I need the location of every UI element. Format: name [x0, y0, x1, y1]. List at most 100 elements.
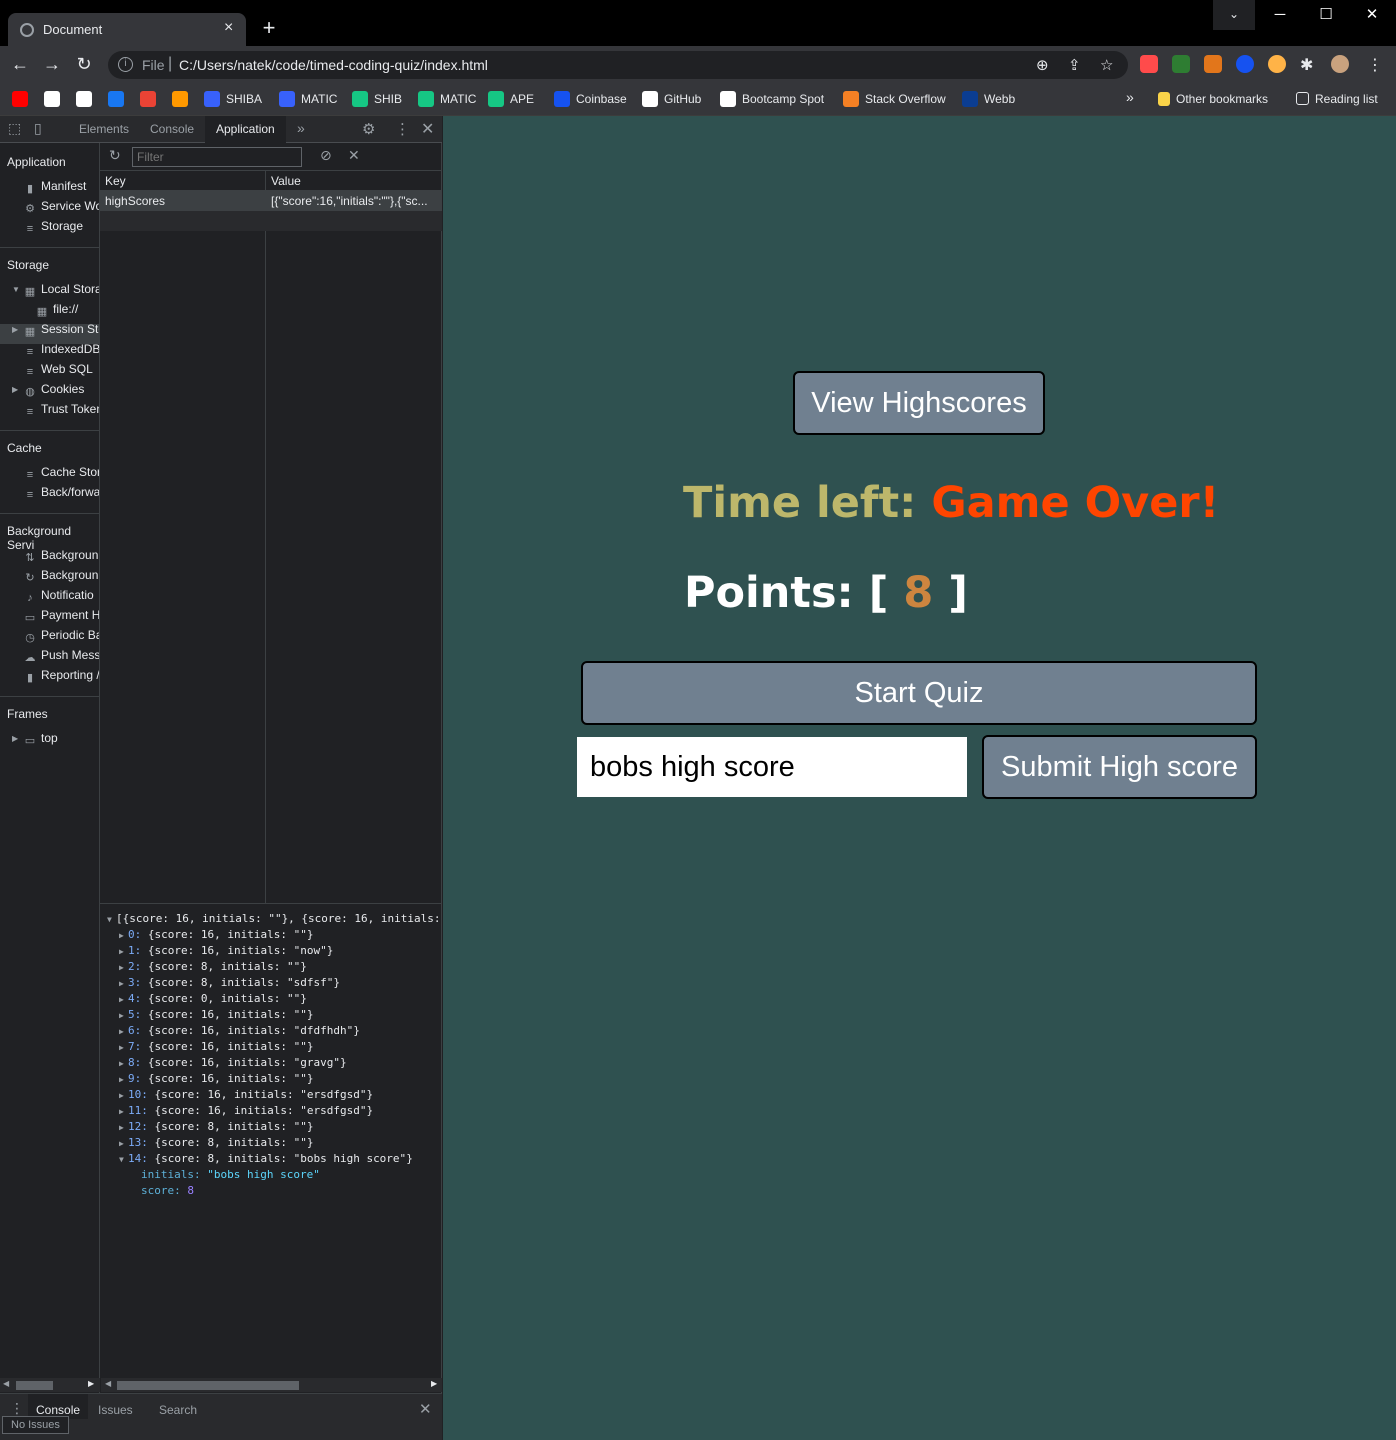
expand-icon[interactable]: ▶ [119, 1139, 128, 1148]
preview-array-item[interactable]: ▶ 1: {score: 16, initials: "now"} [119, 944, 333, 957]
submit-highscore-button[interactable]: Submit High score [982, 735, 1257, 799]
sidebar-item-notifications[interactable]: ♪ Notificatio [24, 588, 93, 604]
metamask-icon[interactable] [1204, 55, 1222, 73]
expand-icon[interactable]: ▶ [119, 963, 128, 972]
sidebar-item-frame-top[interactable]: ▭ top [24, 731, 58, 747]
preview-array-item[interactable]: ▶ 5: {score: 16, initials: ""} [119, 1008, 313, 1021]
bookmark-item[interactable] [12, 91, 28, 109]
collapse-icon[interactable]: ▼ [107, 915, 116, 924]
extension-red-icon[interactable] [1140, 55, 1158, 73]
forward-icon[interactable]: → [41, 54, 63, 75]
settings-gear-icon[interactable]: ⚙ [362, 120, 375, 138]
close-window-button[interactable]: ✕ [1349, 0, 1395, 30]
profile-avatar[interactable] [1331, 55, 1349, 73]
expand-icon[interactable]: ▶ [119, 931, 128, 940]
reading-list[interactable]: Reading list [1296, 91, 1378, 109]
expand-icon[interactable]: ▶ [119, 1059, 128, 1068]
preview-array-item[interactable]: ▼ 14: {score: 8, initials: "bobs high sco… [119, 1152, 413, 1165]
bookmark-item[interactable] [172, 91, 188, 109]
info-icon[interactable]: i [118, 57, 133, 72]
expand-icon[interactable]: ▶ [119, 1027, 128, 1036]
preview-array-item[interactable]: ▶ 3: {score: 8, initials: "sdfsf"} [119, 976, 340, 989]
expand-icon[interactable]: ▶ [119, 1075, 128, 1084]
preview-summary[interactable]: ▼ [{score: 16, initials: ""}, {score: 16,… [107, 912, 441, 925]
refresh-icon[interactable]: ↻ [109, 147, 121, 164]
sidebar-item-background-sync[interactable]: ↻ Backgroun [24, 568, 98, 584]
url-text[interactable]: C:/Users/natek/code/timed-coding-quiz/in… [179, 57, 488, 73]
preview-array-item[interactable]: ▶ 9: {score: 16, initials: ""} [119, 1072, 313, 1085]
expand-icon[interactable]: ▶ [119, 995, 128, 1004]
column-header-value[interactable]: Value [266, 171, 442, 191]
reload-icon[interactable]: ↻ [73, 54, 95, 75]
expand-right-icon[interactable]: ▶ [12, 325, 18, 334]
other-bookmarks[interactable]: Other bookmarks [1158, 91, 1268, 109]
delete-selected-icon[interactable]: ✕ [348, 147, 360, 164]
expand-icon[interactable]: ▶ [119, 947, 128, 956]
share-icon[interactable]: ⇪ [1068, 56, 1081, 74]
maximize-button[interactable]: ☐ [1303, 0, 1349, 30]
bookmark-item[interactable]: GitHub [642, 91, 701, 109]
sidebar-item-trust-tokens[interactable]: ≡ Trust Token [24, 402, 99, 418]
expand-down-icon[interactable]: ▼ [12, 285, 20, 294]
coinbase-wallet-icon[interactable] [1236, 55, 1254, 73]
preview-array-item[interactable]: ▶ 4: {score: 0, initials: ""} [119, 992, 307, 1005]
issues-status[interactable]: No Issues [2, 1416, 69, 1434]
drawer-tab-issues[interactable]: Issues [98, 1403, 133, 1417]
menu-kebab-icon[interactable]: ⋮ [1367, 55, 1383, 75]
close-tab-icon[interactable]: × [224, 19, 233, 37]
sidebar-item-background-fetch[interactable]: ⇅ Backgroun [24, 548, 98, 564]
expand-icon[interactable]: ▶ [119, 979, 128, 988]
expand-icon[interactable]: ▶ [119, 1043, 128, 1052]
bookmark-item[interactable] [140, 91, 156, 109]
bookmark-item[interactable]: MATIC [279, 91, 337, 109]
collapse-icon[interactable]: ▼ [119, 1155, 128, 1164]
initials-input[interactable]: bobs high score [577, 737, 967, 797]
sidebar-item-manifest[interactable]: ▮ Manifest [24, 179, 86, 195]
sidebar-item-session-storage[interactable]: ▦ Session Sto [24, 322, 99, 338]
browser-tab[interactable]: Document × [8, 13, 246, 46]
extension-paw-icon[interactable] [1172, 55, 1190, 73]
preview-array-item[interactable]: ▶ 10: {score: 16, initials: "ersdfgsd"} [119, 1088, 373, 1101]
zoom-icon[interactable]: ⊕ [1036, 56, 1049, 74]
preview-array-item[interactable]: ▶ 13: {score: 8, initials: ""} [119, 1136, 313, 1149]
drawer-menu-icon[interactable]: ⋮ [10, 1400, 24, 1417]
view-highscores-button[interactable]: View Highscores [793, 371, 1045, 435]
tab-console[interactable]: Console [150, 122, 194, 136]
bookmark-item[interactable]: Bootcamp Spot [720, 91, 824, 109]
extension-orange-icon[interactable] [1268, 55, 1286, 73]
back-icon[interactable]: ← [9, 54, 31, 75]
tab-elements[interactable]: Elements [79, 122, 129, 136]
address-bar[interactable]: i File | C:/Users/natek/code/timed-codin… [108, 51, 1128, 79]
sidebar-item-cache-storage[interactable]: ≡ Cache Stor [24, 465, 99, 481]
sidebar-item-local-storage-file[interactable]: ▦ file:// [36, 302, 79, 318]
sidebar-item-indexeddb[interactable]: ≡ IndexedDB [24, 342, 99, 358]
bookmark-item[interactable]: SHIBA [204, 91, 262, 109]
clear-all-icon[interactable]: ⊘ [320, 147, 332, 164]
sidebar-item-payment-handler[interactable]: ▭ Payment H [24, 608, 99, 624]
bookmark-item[interactable]: Coinbase [554, 91, 627, 109]
bookmark-item[interactable]: Stack Overflow [843, 91, 946, 109]
table-row[interactable]: highScores [{"score":16,"initials":""},{… [100, 191, 442, 211]
sidebar-item-local-storage[interactable]: ▦ Local Stora [24, 282, 99, 298]
bookmarks-overflow-button[interactable]: » [1126, 89, 1134, 107]
devtools-menu-icon[interactable]: ⋮ [395, 120, 410, 138]
preview-array-item[interactable]: ▶ 8: {score: 16, initials: "gravg"} [119, 1056, 347, 1069]
sidebar-item-reporting-api[interactable]: ▮ Reporting / [24, 668, 99, 684]
sidebar-item-push-messaging[interactable]: ☁ Push Mess [24, 648, 100, 664]
sidebar-item-web-sql[interactable]: ≡ Web SQL [24, 362, 93, 378]
filter-input[interactable] [132, 147, 302, 167]
sidebar-item-periodic-background-sync[interactable]: ◷ Periodic Ba [24, 628, 99, 644]
expand-icon[interactable]: ▶ [119, 1123, 128, 1132]
sidebar-item-storage[interactable]: ≡ Storage [24, 219, 83, 235]
bookmark-item[interactable] [76, 91, 92, 109]
bookmark-item[interactable] [108, 91, 124, 109]
expand-icon[interactable]: ▶ [119, 1107, 128, 1116]
sidebar-item-service-workers[interactable]: ⚙ Service Wo [24, 199, 99, 215]
device-toolbar-icon[interactable]: ▯ [34, 120, 42, 137]
minimize-button[interactable]: ─ [1257, 0, 1303, 30]
preview-array-item[interactable]: ▶ 11: {score: 16, initials: "ersdfgsd"} [119, 1104, 373, 1117]
preview-array-item[interactable]: ▶ 0: {score: 16, initials: ""} [119, 928, 313, 941]
tab-application[interactable]: Application [205, 116, 286, 143]
expand-right-icon[interactable]: ▶ [12, 385, 18, 394]
expand-right-icon[interactable]: ▶ [12, 734, 18, 743]
